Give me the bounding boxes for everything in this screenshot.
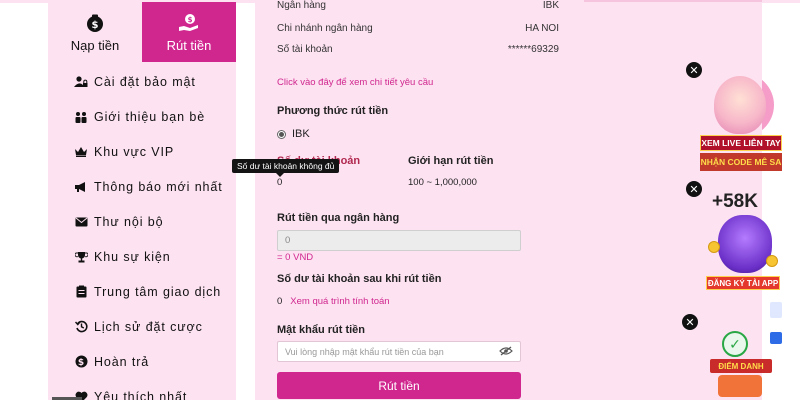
sidebar-item-label: Trung tâm giao dịch <box>94 284 222 299</box>
sidebar-item-label: Khu sự kiện <box>94 249 171 264</box>
password-title: Mật khẩu rút tiền <box>277 324 366 336</box>
tab-withdraw-label: Rút tiền <box>166 37 212 53</box>
close-icon[interactable]: ✕ <box>686 62 702 78</box>
bank-value: IBK <box>542 0 559 11</box>
promo-bonus-amount: +58K <box>712 191 758 212</box>
sidebar-item-events[interactable]: Khu sự kiện <box>48 239 236 274</box>
sidebar-item-transactions[interactable]: Trung tâm giao dịch <box>48 274 236 309</box>
people-icon <box>74 110 88 124</box>
sidebar-item-label: Hoàn trả <box>94 354 150 369</box>
branch-value: HA NOI <box>525 23 559 34</box>
account-row: Số tài khoản ******69329 <box>277 44 559 55</box>
megaphone-icon <box>74 180 88 194</box>
dollar-coin-icon: $ <box>74 355 88 369</box>
promo-live-banner[interactable]: XEM LIVE LIÊN TAY NHẬN CODE MÊ SA <box>700 70 782 180</box>
money-bag-icon: $ <box>84 12 106 34</box>
account-value: ******69329 <box>507 44 559 55</box>
side-widget-icon[interactable] <box>770 332 782 344</box>
bank-label: Ngân hàng <box>277 0 326 11</box>
gift-icon <box>718 375 762 397</box>
sidebar-item-label: Giới thiệu bạn bè <box>94 109 206 124</box>
details-row: Click vào đây để xem chi tiết yêu cầu <box>277 77 559 88</box>
checkmark-icon: ✓ <box>722 331 748 357</box>
after-balance-row: 0 Xem quá trình tính toán <box>277 296 390 307</box>
sidebar-item-referral[interactable]: Giới thiệu bạn bè <box>48 99 236 134</box>
hand-coin-icon: $ <box>178 12 200 34</box>
calculation-link[interactable]: Xem quá trình tính toán <box>290 296 389 307</box>
account-sidebar: $ Nạp tiền $ Rút tiền Cài đặt bảo mật Gi… <box>48 2 236 400</box>
withdraw-method-title: Phương thức rút tiền <box>277 105 389 117</box>
history-icon <box>74 320 88 334</box>
sidebar-item-label: Lịch sử đặt cược <box>94 319 203 334</box>
promo-app-banner[interactable]: +58K ĐĂNG KÝ TẢI APP <box>700 185 782 300</box>
branch-row: Chi nhánh ngân hàng HA NOI <box>277 23 559 34</box>
after-balance-value: 0 <box>277 296 283 307</box>
details-link[interactable]: Click vào đây để xem chi tiết yêu cầu <box>277 77 433 88</box>
promo-character <box>718 215 772 273</box>
limit-value: 100 ~ 1,000,000 <box>408 177 477 188</box>
tab-deposit[interactable]: $ Nạp tiền <box>48 2 142 62</box>
sidebar-item-vip[interactable]: Khu vực VIP <box>48 134 236 169</box>
sidebar-item-rebate[interactable]: $ Hoàn trả <box>48 344 236 379</box>
promo-code-text: NHẬN CODE MÊ SA <box>700 153 782 171</box>
method-option-ibk[interactable]: IBK <box>277 128 310 140</box>
promo-checkin-text: ĐIỂM DANH <box>710 359 772 373</box>
sidebar-item-label: Khu vực VIP <box>94 144 175 159</box>
promo-character <box>714 76 766 134</box>
sidebar-item-label: Cài đặt bảo mật <box>94 74 196 89</box>
sidebar-item-label: Thông báo mới nhất <box>94 179 223 194</box>
close-icon[interactable]: ✕ <box>682 314 698 330</box>
close-icon[interactable]: ✕ <box>686 181 702 197</box>
coin-icon <box>766 255 778 267</box>
top-tab-strip <box>584 0 762 2</box>
radio-selected[interactable] <box>277 129 286 139</box>
wallet-tabs: $ Nạp tiền $ Rút tiền <box>48 2 236 62</box>
promo-checkin-banner[interactable]: ✓ ĐIỂM DANH <box>700 315 782 400</box>
promo-app-text: ĐĂNG KÝ TẢI APP <box>706 276 780 290</box>
clipboard-icon <box>74 285 88 299</box>
bank-row: Ngân hàng IBK <box>277 0 559 11</box>
crown-icon <box>74 145 88 159</box>
withdraw-password-input[interactable]: Vui lòng nhập mật khẩu rút tiền của bạn <box>277 341 521 362</box>
svg-text:$: $ <box>92 20 99 31</box>
sidebar-item-security[interactable]: Cài đặt bảo mật <box>48 64 236 99</box>
insufficient-balance-tooltip: Số dư tài khoản không đủ <box>232 159 340 177</box>
vnd-conversion: = 0 VND <box>277 252 314 263</box>
svg-text:$: $ <box>77 358 84 368</box>
after-balance-title: Số dư tài khoản sau khi rút tiền <box>277 273 442 285</box>
trophy-icon <box>74 250 88 264</box>
sidebar-menu: Cài đặt bảo mật Giới thiệu bạn bè Khu vự… <box>48 62 236 400</box>
envelope-icon <box>74 215 88 229</box>
eye-slash-icon[interactable] <box>499 345 513 358</box>
tab-deposit-label: Nạp tiền <box>70 37 120 53</box>
tab-withdraw[interactable]: $ Rút tiền <box>142 2 236 62</box>
sidebar-item-announcements[interactable]: Thông báo mới nhất <box>48 169 236 204</box>
coin-icon <box>708 241 720 253</box>
sidebar-item-inbox[interactable]: Thư nội bộ <box>48 204 236 239</box>
account-label: Số tài khoản <box>277 44 333 55</box>
withdraw-panel: Ngân hàng IBK Chi nhánh ngân hàng HA NOI… <box>255 0 585 400</box>
withdraw-submit-button[interactable]: Rút tiền <box>277 372 521 399</box>
promo-live-text: XEM LIVE LIÊN TAY <box>700 135 782 151</box>
limit-title: Giới hạn rút tiền <box>408 155 494 167</box>
bank-withdraw-title: Rút tiền qua ngân hàng <box>277 212 400 224</box>
sidebar-item-label: Thư nội bộ <box>94 214 164 229</box>
password-placeholder: Vui lòng nhập mật khẩu rút tiền của bạn <box>285 346 444 357</box>
svg-text:$: $ <box>188 16 193 24</box>
sidebar-item-label: Yêu thích nhất <box>94 389 188 400</box>
balance-value: 0 <box>277 177 283 188</box>
sidebar-item-bet-history[interactable]: Lịch sử đặt cược <box>48 309 236 344</box>
user-lock-icon <box>74 75 88 89</box>
amount-input[interactable]: 0 <box>277 230 521 251</box>
side-widget-icon[interactable] <box>770 302 782 318</box>
branch-label: Chi nhánh ngân hàng <box>277 23 373 34</box>
method-option-label: IBK <box>292 128 310 140</box>
